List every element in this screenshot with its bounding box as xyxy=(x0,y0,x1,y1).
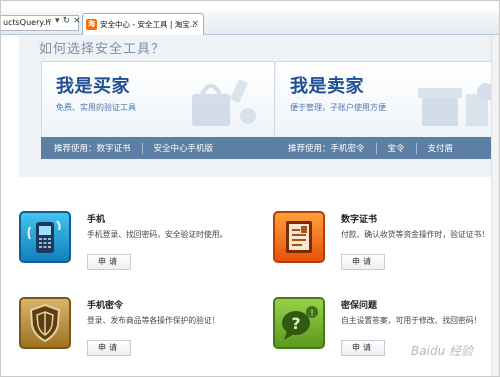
buyer-card: 我是买家 免费、实用的验证工具 推荐使用： 数字证书 安全中心手机版 xyxy=(41,61,277,159)
address-text: uctsQuery.h xyxy=(3,18,51,27)
buyer-card-subtitle: 免费、实用的验证工具 xyxy=(56,103,136,112)
apply-button[interactable]: 申请 xyxy=(341,254,385,270)
product-digital-cert: 数字证书 付款、确认收货等资金操作时，验证证书！ 申请 xyxy=(273,211,493,275)
section-title: 如何选择安全工具？ xyxy=(39,42,166,57)
address-buttons: ⌕ ▾ ↻ × xyxy=(47,16,81,26)
search-icon[interactable]: ⌕ xyxy=(47,16,52,26)
taobao-favicon-icon: 淘 xyxy=(86,19,97,30)
browser-tab-bar: uctsQuery.h ⌕ ▾ ↻ × 淘 安全中心 - 安全工具 | 淘宝..… xyxy=(1,11,499,35)
browser-window: uctsQuery.h ⌕ ▾ ↻ × 淘 安全中心 - 安全工具 | 淘宝..… xyxy=(0,0,500,377)
svg-text:?: ? xyxy=(291,314,300,333)
shield-icon xyxy=(19,297,71,349)
certificate-icon xyxy=(273,211,325,263)
product-desc: 登录、发布商品等各操作保护的验证！ xyxy=(87,316,220,325)
question-bubble-icon: ? ! xyxy=(273,297,325,349)
buyer-link-mobile-security[interactable]: 安全中心手机版 xyxy=(154,142,214,154)
scrollbar[interactable] xyxy=(491,35,499,376)
seller-link-baoling[interactable]: 宝令 xyxy=(388,142,405,154)
watermark: Baidu 经验 xyxy=(411,344,473,358)
divider xyxy=(375,142,377,154)
seller-link-mobile-token[interactable]: 手机密令 xyxy=(331,142,365,154)
seller-card-subtitle: 便于管理，子账户使用方便 xyxy=(290,103,386,112)
tab-close-icon[interactable]: × xyxy=(191,19,199,29)
mobile-phone-icon xyxy=(19,211,71,263)
svg-text:!: ! xyxy=(310,309,314,319)
product-desc: 付款、确认收货等资金操作时，验证证书！ xyxy=(341,230,490,239)
buyer-recommend-label: 推荐使用： xyxy=(54,144,97,154)
product-name: 手机密令 xyxy=(87,301,124,311)
buyer-recommend-bar: 推荐使用： 数字证书 安全中心手机版 xyxy=(41,137,277,159)
product-desc: 手机登录、找回密码，安全验证时使用。 xyxy=(87,230,228,239)
product-name: 密保问题 xyxy=(341,301,378,311)
shopping-bag-illustration-icon xyxy=(192,79,256,126)
divider xyxy=(141,142,143,154)
seller-recommend-bar: 推荐使用： 手机密令 宝令 支付盾 xyxy=(275,137,499,159)
apply-button[interactable]: 申请 xyxy=(341,340,385,356)
product-mobile-token: 手机密令 登录、发布商品等各操作保护的验证！ 申请 xyxy=(19,297,239,361)
product-name: 数字证书 xyxy=(341,215,378,225)
apply-button[interactable]: 申请 xyxy=(87,254,131,270)
divider xyxy=(415,142,417,154)
tab-title: 安全中心 - 安全工具 | 淘宝... xyxy=(100,20,196,29)
store-illustration-icon xyxy=(418,83,495,126)
browser-tab-active[interactable]: 淘 安全中心 - 安全工具 | 淘宝... × xyxy=(82,13,204,35)
buyer-link-digital-cert[interactable]: 数字证书 xyxy=(97,142,131,154)
product-desc: 自主设置答案，可用于修改、找回密码！ xyxy=(341,316,482,325)
tool-selection-section: 如何选择安全工具？ 我是买家 免费、实用的验证工具 推荐使用： 数字证书 安全中… xyxy=(19,35,499,177)
seller-card: 我是卖家 便于管理，子账户使用方便 推荐使用： 手机密令 宝令 支付盾 xyxy=(275,61,499,159)
seller-card-title: 我是卖家 xyxy=(290,76,364,97)
refresh-icon[interactable]: ↻ xyxy=(63,16,71,26)
dropdown-icon[interactable]: ▾ xyxy=(55,16,60,26)
stop-icon[interactable]: × xyxy=(73,16,81,26)
seller-recommend-label: 推荐使用： xyxy=(288,144,331,154)
buyer-card-title: 我是买家 xyxy=(56,76,130,97)
apply-button[interactable]: 申请 xyxy=(87,340,131,356)
product-mobile: 手机 手机登录、找回密码，安全验证时使用。 申请 xyxy=(19,211,239,275)
product-name: 手机 xyxy=(87,215,106,225)
seller-link-payment-shield[interactable]: 支付盾 xyxy=(428,142,454,154)
